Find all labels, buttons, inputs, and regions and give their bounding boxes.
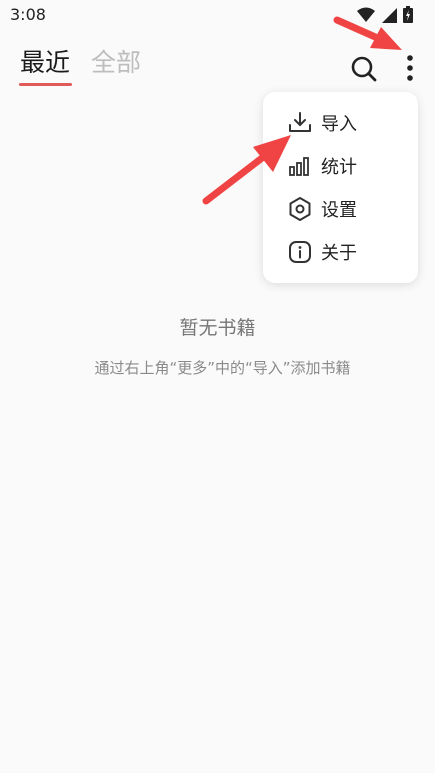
menu-item-label: 统计 <box>321 156 357 178</box>
settings-hexagon-icon <box>289 196 311 221</box>
menu-item-label: 设置 <box>321 199 357 221</box>
menu-item-import[interactable]: 导入 <box>263 101 418 144</box>
wifi-icon <box>357 7 375 22</box>
status-icons <box>357 6 413 23</box>
search-button[interactable] <box>349 54 379 84</box>
empty-state-title: 暂无书籍 <box>179 317 256 339</box>
top-app-bar: 最近 全部 <box>0 36 435 92</box>
status-time: 3:08 <box>10 5 46 24</box>
tab-recent[interactable]: 最近 <box>20 46 70 80</box>
battery-icon <box>403 6 413 23</box>
menu-item-label: 导入 <box>321 113 357 135</box>
menu-item-label: 关于 <box>321 242 357 264</box>
status-bar: 3:08 <box>0 0 435 32</box>
info-icon <box>289 240 311 263</box>
search-icon <box>351 56 377 82</box>
more-options-button[interactable] <box>399 52 421 86</box>
bar-chart-icon <box>289 156 309 176</box>
menu-item-settings[interactable]: 设置 <box>263 187 418 230</box>
signal-icon <box>382 7 397 23</box>
menu-item-about[interactable]: 关于 <box>263 230 418 273</box>
more-vertical-icon <box>407 55 413 81</box>
tab-all[interactable]: 全部 <box>91 46 141 80</box>
active-tab-indicator <box>19 83 72 86</box>
empty-state-hint: 通过右上角“更多”中的“导入”添加书籍 <box>94 359 351 377</box>
import-icon <box>289 111 311 132</box>
overflow-menu: 导入 统计 设置 关于 <box>263 92 418 283</box>
menu-item-statistics[interactable]: 统计 <box>263 144 418 187</box>
